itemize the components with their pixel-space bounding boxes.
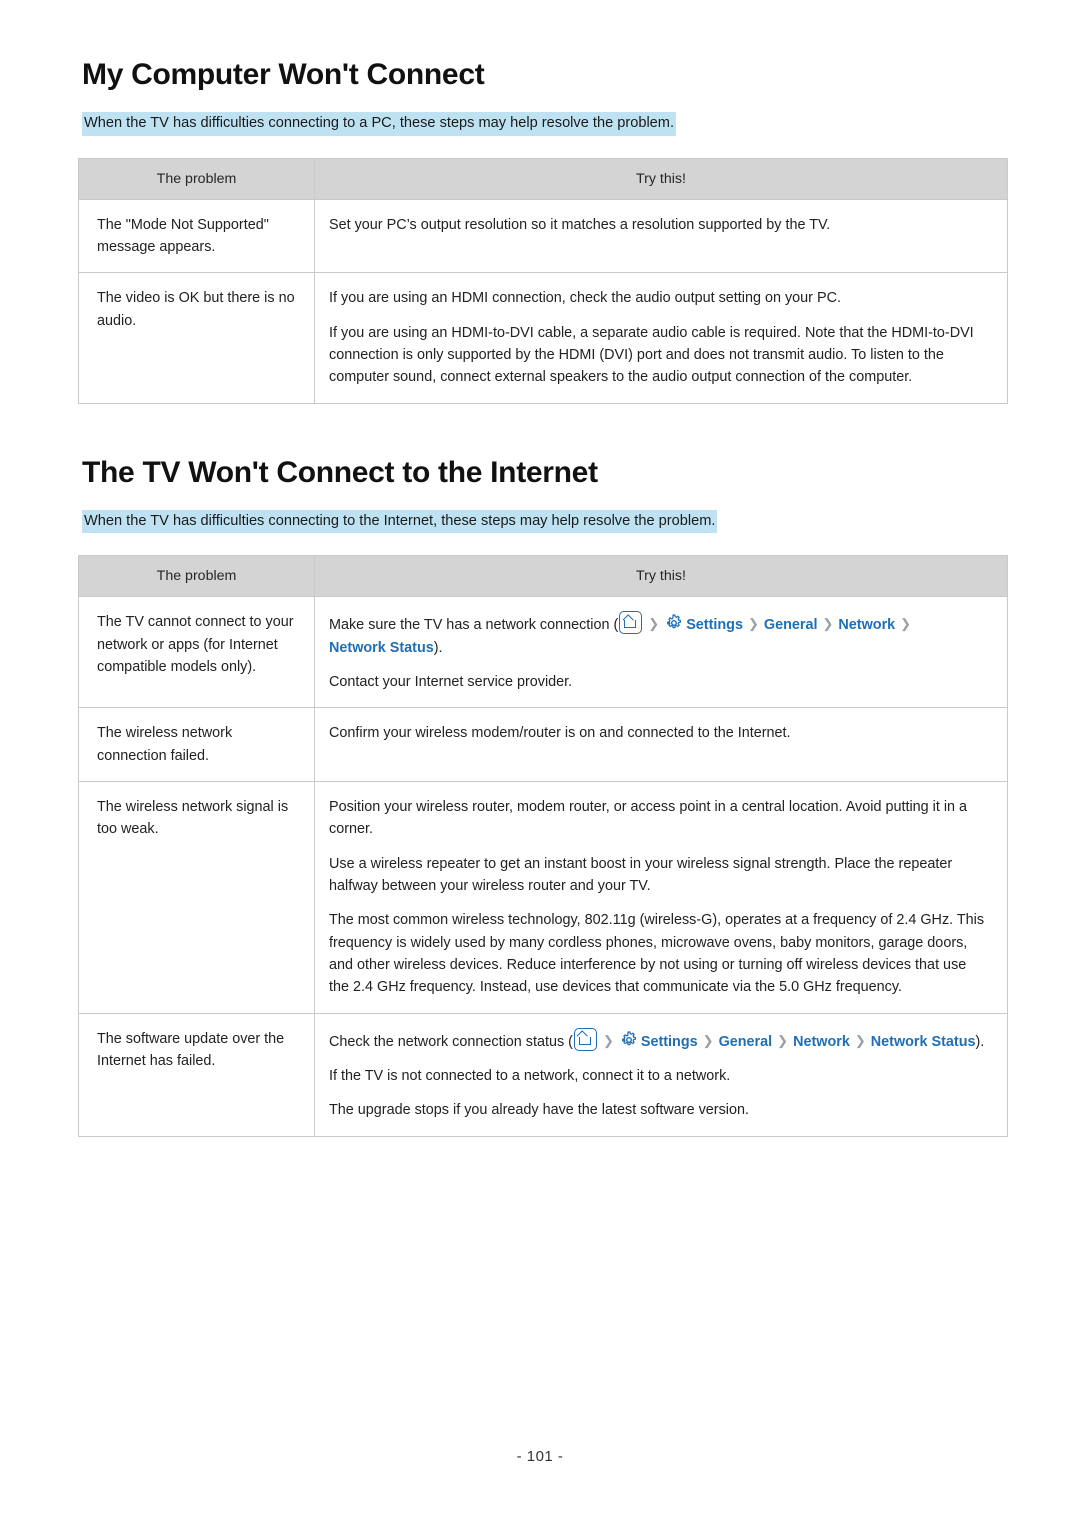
nav-item-network[interactable]: Network — [793, 1034, 850, 1050]
nav-item-general[interactable]: General — [719, 1034, 773, 1050]
cell-try-this: Confirm your wireless modem/router is on… — [314, 707, 1008, 782]
page-content: My Computer Won't Connect When the TV ha… — [78, 58, 1008, 1137]
nav-item-network[interactable]: Network — [838, 617, 895, 633]
page-number: - 101 - — [516, 1448, 564, 1465]
chevron-right-icon: ❯ — [777, 1032, 789, 1048]
cell-try-this: Set your PC’s output resolution so it ma… — [314, 198, 1008, 274]
table-header-row: The problem Try this! — [78, 157, 1008, 200]
solution-paragraph: If the TV is not connected to a network,… — [329, 1067, 731, 1084]
chevron-right-icon: ❯ — [854, 1032, 866, 1048]
chevron-right-icon: ❯ — [747, 616, 759, 632]
home-icon — [619, 611, 643, 635]
chevron-right-icon: ❯ — [648, 616, 660, 632]
cell-problem: The software update over the Internet ha… — [78, 1012, 315, 1137]
column-header-problem: The problem — [78, 157, 315, 200]
nav-suffix-text: ). — [433, 639, 443, 656]
section-title-internet: The TV Won't Connect to the Internet — [82, 455, 598, 489]
cell-try-this: If you are using an HDMI connection, che… — [314, 272, 1008, 404]
table-row: The wireless network signal is too weak.… — [78, 780, 1008, 1014]
solution-paragraph-nav: Check the network connection status (❯ Se… — [329, 1027, 989, 1053]
chevron-right-icon: ❯ — [702, 1032, 714, 1048]
troubleshooting-table-internet: The problem Try this! The TV cannot conn… — [78, 555, 1008, 1137]
chevron-right-icon: ❯ — [822, 616, 834, 632]
solution-paragraph-nav: Make sure the TV has a network connectio… — [329, 611, 989, 659]
cell-problem: The wireless network connection failed. — [78, 707, 315, 782]
table-row: The TV cannot connect to your network or… — [78, 596, 1008, 709]
nav-item-settings[interactable]: Settings — [641, 1034, 698, 1050]
home-icon — [573, 1027, 597, 1051]
solution-paragraph: Set your PC’s output resolution so it ma… — [329, 216, 831, 233]
nav-prefix-text: Make sure the TV has a network connectio… — [329, 617, 619, 634]
nav-item-network-status[interactable]: Network Status — [329, 640, 434, 656]
page-title: My Computer Won't Connect — [82, 58, 485, 91]
cell-try-this: Check the network connection status (❯ Se… — [314, 1012, 1008, 1137]
section-lead: When the TV has difficulties connecting … — [82, 509, 718, 534]
cell-try-this: Position your wireless router, modem rou… — [314, 780, 1008, 1014]
solution-paragraph: Contact your Internet service provider. — [329, 674, 573, 690]
cell-problem: The TV cannot connect to your network or… — [78, 596, 315, 709]
column-header-try-this: Try this! — [314, 157, 1008, 200]
document-page: My Computer Won't Connect When the TV ha… — [0, 0, 1080, 1527]
solution-paragraph: Use a wireless repeater to get an instan… — [329, 855, 953, 894]
nav-item-network-status[interactable]: Network Status — [871, 1034, 976, 1050]
table-header-row: The problem Try this! — [78, 555, 1008, 598]
solution-paragraph: Confirm your wireless modem/router is on… — [329, 725, 791, 742]
troubleshooting-table-computer: The problem Try this! The "Mode Not Supp… — [78, 157, 1008, 404]
solution-paragraph: If you are using an HDMI-to-DVI cable, a… — [329, 324, 974, 386]
gear-icon — [664, 613, 684, 633]
chevron-right-icon: ❯ — [900, 616, 912, 632]
nav-item-general[interactable]: General — [764, 617, 818, 633]
section-lead: When the TV has difficulties connecting … — [82, 112, 677, 136]
section-lead-wrapper: When the TV has difficulties connecting … — [78, 92, 1008, 136]
nav-prefix-text: Check the network connection status ( — [329, 1033, 573, 1050]
solution-paragraph: If you are using an HDMI connection, che… — [329, 290, 841, 307]
solution-paragraph: The upgrade stops if you already have th… — [329, 1102, 749, 1119]
table-row: The software update over the Internet ha… — [78, 1012, 1008, 1137]
cell-try-this: Make sure the TV has a network connectio… — [314, 596, 1008, 709]
nav-suffix-text: ). — [975, 1033, 985, 1050]
cell-problem: The "Mode Not Supported" message appears… — [78, 198, 315, 274]
section-lead-wrapper: When the TV has difficulties connecting … — [78, 490, 1008, 534]
solution-paragraph: The most common wireless technology, 802… — [329, 912, 985, 996]
column-header-try-this: Try this! — [314, 555, 1008, 598]
table-row: The wireless network connection failed. … — [78, 707, 1008, 782]
cell-problem: The video is OK but there is no audio. — [78, 272, 315, 404]
chevron-right-icon: ❯ — [602, 1032, 614, 1048]
solution-paragraph: Position your wireless router, modem rou… — [329, 798, 968, 838]
cell-problem: The wireless network signal is too weak. — [78, 780, 315, 1014]
gear-icon — [619, 1030, 639, 1050]
column-header-problem: The problem — [78, 555, 315, 598]
table-row: The video is OK but there is no audio. I… — [78, 272, 1008, 404]
nav-item-settings[interactable]: Settings — [686, 617, 743, 633]
table-row: The "Mode Not Supported" message appears… — [78, 198, 1008, 274]
